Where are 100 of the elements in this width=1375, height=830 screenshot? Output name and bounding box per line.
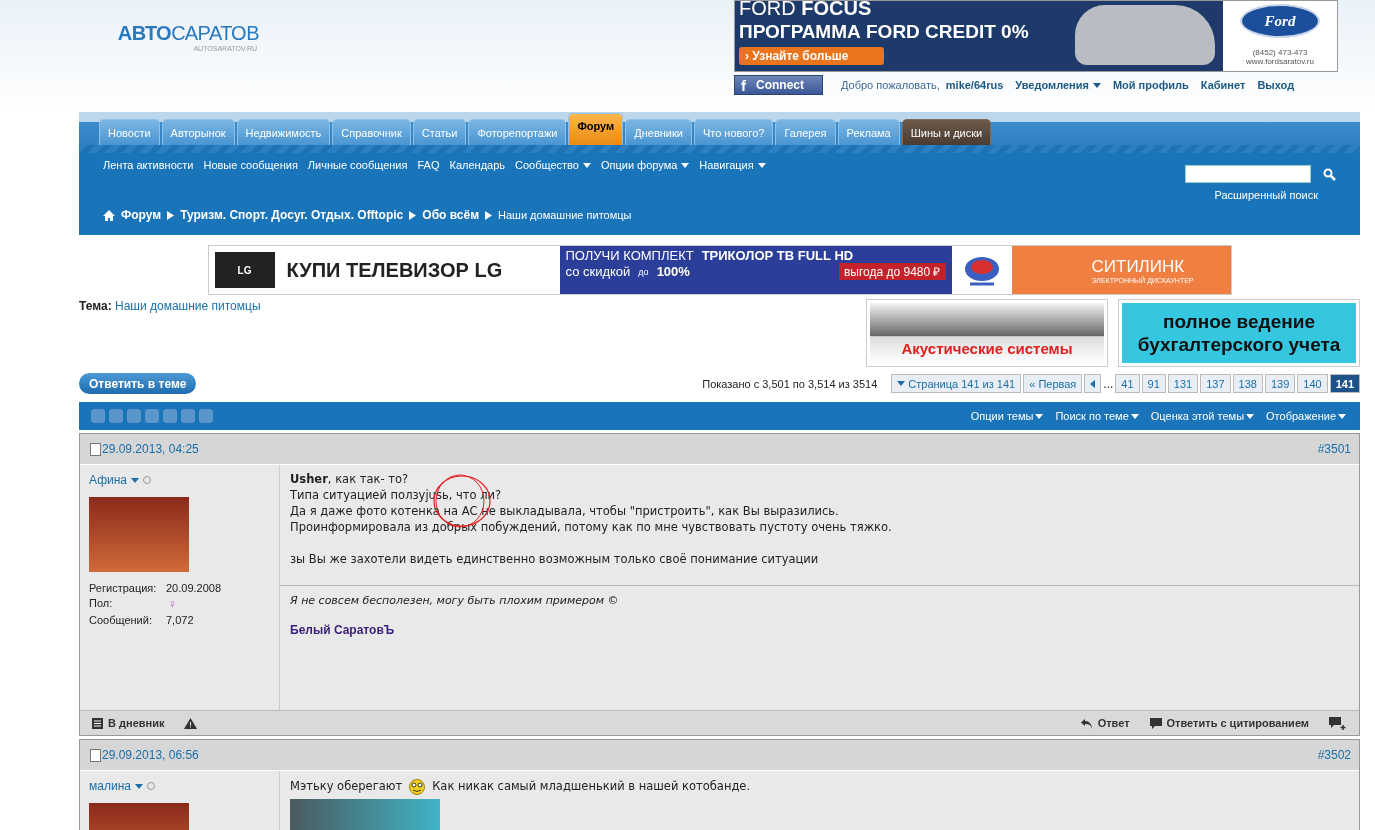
logo-text: АВТОСАРАТОВ bbox=[117, 22, 259, 45]
breadcrumb-link[interactable]: Наши домашние питомцы bbox=[498, 209, 632, 221]
user-menu-link[interactable]: Уведомления bbox=[1015, 79, 1101, 91]
nav-tab[interactable]: Фоторепортажи bbox=[468, 119, 567, 145]
discount-badge: выгода до 9480 ₽ bbox=[838, 263, 946, 280]
page-button[interactable]: 131 bbox=[1167, 374, 1199, 393]
nav-tab[interactable]: Галерея bbox=[775, 119, 836, 145]
nav-tab[interactable]: Новости bbox=[99, 119, 160, 145]
breadcrumb-link[interactable]: Форум bbox=[121, 208, 162, 222]
nav-tab[interactable]: Справочник bbox=[332, 119, 411, 145]
notebook-icon bbox=[92, 717, 103, 729]
page-button[interactable]: 41 bbox=[1115, 374, 1140, 393]
learn-more-button[interactable]: › Узнайте больше bbox=[739, 47, 884, 65]
username-link[interactable]: mike/64rus bbox=[945, 79, 1004, 91]
advanced-search-link[interactable]: Расширенный поиск bbox=[1214, 189, 1318, 201]
results-summary: Показано с 3,501 по 3,514 из 3514 bbox=[702, 377, 878, 390]
thread-menu[interactable]: Поиск по теме bbox=[1055, 410, 1139, 422]
nav-tab[interactable]: Недвижимость bbox=[236, 119, 331, 145]
message-text: Как никак самый младшенький в нашей котобанде. bbox=[432, 778, 751, 794]
ellipsis-text: ... bbox=[1103, 376, 1114, 391]
post-date: 29.09.2013, 04:25 bbox=[90, 442, 199, 456]
connect-button[interactable]: f Connect bbox=[734, 75, 823, 95]
page-button[interactable]: 138 bbox=[1232, 374, 1263, 393]
ad-phone: (8452) 473-473 bbox=[1252, 48, 1308, 57]
ad-text: со скидкой bbox=[565, 264, 631, 279]
left-arrow-icon bbox=[1090, 379, 1096, 388]
message-text: Usher, как так- то? bbox=[290, 471, 409, 487]
page-button[interactable]: 141 bbox=[1329, 374, 1360, 393]
welcome-text: Добро пожаловать, bbox=[841, 79, 940, 91]
subnav-link[interactable]: Навигация bbox=[699, 158, 766, 172]
ad-banner[interactable]: FORD FOCUS ПРОГРАММА FORD CREDIT 0% › Узнайте больше Ford (8452) 473-473 www.fordsaratov.ru bbox=[734, 0, 1338, 72]
page-button[interactable]: 137 bbox=[1200, 374, 1231, 393]
page-button[interactable]: 91 bbox=[1141, 374, 1166, 393]
message-text: зы Вы же захотели видеть единственно возможным только своё понимание ситуации bbox=[290, 551, 819, 567]
first-page-button[interactable]: « Первая bbox=[1023, 374, 1083, 393]
discount-text: 100% bbox=[656, 264, 690, 279]
ad-headline: FORD FOCUS bbox=[739, 0, 873, 18]
gender-symbol: ♀ bbox=[167, 597, 178, 611]
subnav-link[interactable]: Сообщество bbox=[515, 158, 591, 172]
reply-button[interactable]: Ответ bbox=[1080, 717, 1130, 729]
user-menu-link[interactable]: Кабинет bbox=[1200, 79, 1246, 91]
signature-quote: Я не совсем бесполезен, могу быть плохим примером © bbox=[290, 594, 620, 607]
stat-label: Сообщений: bbox=[89, 614, 153, 626]
thread-menu[interactable]: Оценка этой темы bbox=[1150, 410, 1255, 422]
subnav-link[interactable]: Опции форума bbox=[600, 158, 690, 172]
nav-tab[interactable]: Авторынок bbox=[161, 119, 235, 145]
ad-text: до bbox=[638, 266, 649, 277]
nav-tab[interactable]: Форум bbox=[568, 113, 624, 145]
post-number-link[interactable]: #3501 bbox=[1317, 442, 1351, 456]
multiquote-icon[interactable] bbox=[1329, 716, 1347, 730]
user-menu-link[interactable]: Мой профиль bbox=[1112, 79, 1189, 91]
page-jump-button[interactable]: Страница 141 из 141 bbox=[891, 374, 1022, 393]
author-link[interactable]: малина bbox=[89, 779, 270, 793]
signature-name: Белый СаратовЪ bbox=[290, 623, 396, 637]
subnav-link[interactable]: FAQ bbox=[417, 158, 440, 172]
thread-link[interactable]: Наши домашние питомцы bbox=[115, 299, 261, 313]
subnav-link[interactable]: Новые сообщения bbox=[203, 158, 298, 172]
caret-icon bbox=[1338, 413, 1346, 419]
quote-reply-button[interactable]: Ответить с цитированием bbox=[1149, 717, 1309, 729]
reply-button[interactable]: Ответить в теме bbox=[79, 373, 197, 394]
ad-website: www.fordsaratov.ru bbox=[1246, 57, 1314, 66]
arrow-icon bbox=[485, 210, 492, 220]
document-icon bbox=[90, 748, 101, 762]
nav-tab[interactable]: Шины и диски bbox=[901, 119, 992, 145]
nav-tab[interactable]: Что нового? bbox=[693, 119, 774, 145]
thread-menu[interactable]: Отображение bbox=[1266, 410, 1346, 422]
search-icon[interactable] bbox=[1323, 167, 1336, 181]
arrow-icon bbox=[409, 210, 417, 220]
author-link[interactable]: Афина bbox=[89, 473, 270, 487]
diary-button[interactable]: В дневник bbox=[92, 717, 165, 729]
subnav-link[interactable]: Календарь bbox=[449, 158, 506, 172]
home-icon[interactable] bbox=[103, 209, 115, 221]
previous-page-button[interactable] bbox=[1084, 374, 1102, 393]
nav-tab[interactable]: Дневники bbox=[625, 119, 692, 145]
message-text: Проинформировала из добрых побуждений, потому как по мне чувствовать пустоту очень тяжко. bbox=[290, 519, 892, 535]
stat-value: 7,072 bbox=[166, 614, 195, 626]
brand-logo: Ford bbox=[1240, 4, 1320, 38]
nav-tab[interactable]: Статьи bbox=[412, 119, 467, 145]
thread-menu[interactable]: Опции темы bbox=[970, 410, 1044, 422]
caret-icon bbox=[1130, 413, 1139, 419]
warning-icon[interactable] bbox=[184, 717, 198, 729]
speech-bubble-icon bbox=[1149, 717, 1162, 729]
post-date: 29.09.2013, 06:56 bbox=[90, 748, 199, 762]
breadcrumb-link[interactable]: Обо всём bbox=[422, 208, 479, 222]
thread-title: Тема: Наши домашние питомцы bbox=[79, 299, 261, 315]
stat-label: Регистрация: bbox=[89, 582, 158, 594]
post-number-link[interactable]: #3502 bbox=[1317, 748, 1351, 762]
search-field[interactable] bbox=[1185, 165, 1311, 183]
user-menu-link[interactable]: Выход bbox=[1257, 79, 1295, 91]
page-button[interactable]: 139 bbox=[1264, 374, 1296, 393]
page-button[interactable]: 140 bbox=[1297, 374, 1328, 393]
reply-arrow-icon bbox=[1080, 717, 1093, 729]
ad-headline: КУПИ ТЕЛЕВИЗОР LG bbox=[286, 258, 503, 282]
ad-headline: ТРИКОЛОР ТВ FULL HD bbox=[701, 248, 854, 263]
ad-text: ПОЛУЧИ КОМПЛЕКТ bbox=[565, 248, 694, 263]
ad-headline: СИТИЛИНК bbox=[1091, 256, 1186, 276]
subnav-link[interactable]: Личные сообщения bbox=[307, 158, 408, 172]
nav-tab[interactable]: Реклама bbox=[837, 119, 900, 145]
breadcrumb-link[interactable]: Туризм. Спорт. Досуг. Отдых. Offtopic bbox=[180, 208, 404, 222]
subnav-link[interactable]: Лента активности bbox=[103, 158, 194, 172]
